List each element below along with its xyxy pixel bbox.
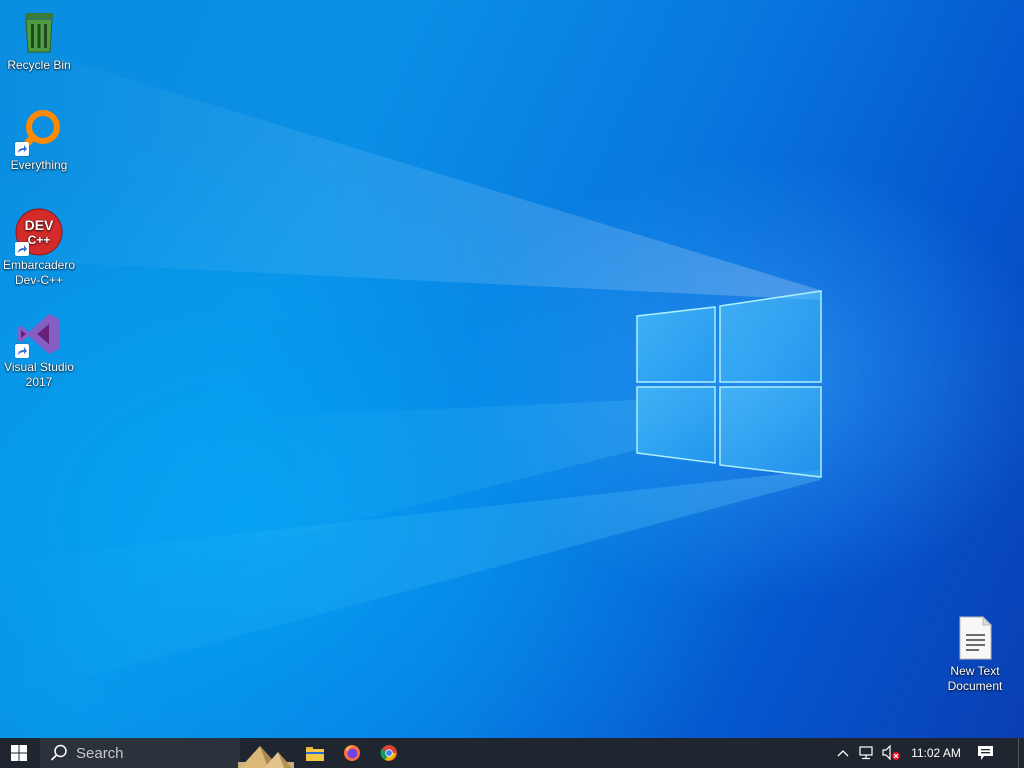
desktop-icon-label: Recycle Bin — [7, 58, 71, 72]
recycle-bin-icon — [15, 8, 63, 56]
desktop-icon-label: Everything — [10, 158, 68, 172]
start-button[interactable] — [0, 738, 38, 768]
file-explorer-icon — [306, 747, 324, 761]
show-hidden-icons-button[interactable] — [834, 738, 852, 768]
taskbar: Search 11:02 AM — [0, 738, 1024, 768]
shortcut-arrow-icon — [15, 344, 29, 358]
dev-cpp-icon: DEV C++ — [15, 208, 63, 256]
shortcut-arrow-icon — [15, 242, 29, 256]
clock-button[interactable]: 11:02 AM — [906, 738, 966, 768]
text-document-icon — [951, 614, 999, 662]
notification-icon — [977, 746, 993, 760]
show-desktop-button[interactable] — [1018, 738, 1024, 768]
desktop-icon-label-line1: Embarcadero — [2, 258, 76, 272]
chevron-up-icon — [837, 750, 849, 757]
desktop-icon-label-line2: 2017 — [25, 375, 53, 389]
taskbar-chrome[interactable] — [374, 738, 404, 768]
desktop-icon-new-text-document[interactable]: New Text Document — [937, 614, 1013, 694]
wallpaper-light-beams — [0, 40, 820, 700]
network-wired-icon — [859, 746, 873, 760]
volume-button[interactable] — [880, 738, 904, 768]
shortcut-arrow-icon — [15, 142, 29, 156]
wallpaper-windows-logo — [636, 290, 822, 478]
search-icon — [50, 744, 67, 761]
network-status-button[interactable] — [856, 738, 878, 768]
desktop-icon-everything[interactable]: Everything — [1, 108, 77, 173]
windows-logo-icon — [11, 745, 27, 761]
taskbar-search-box[interactable]: Search — [40, 738, 240, 768]
firefox-icon — [344, 745, 360, 761]
action-center-button[interactable] — [970, 738, 1000, 768]
desktop-icon-label-line1: Visual Studio — [4, 360, 74, 374]
desktop-icon-dev-cpp[interactable]: DEV C++ Embarcadero Dev-C++ — [1, 208, 77, 288]
desktop-icon-recycle-bin[interactable]: Recycle Bin — [1, 8, 77, 73]
desktop-icon-label-line1: New Text — [950, 664, 1000, 678]
clock-time: 11:02 AM — [911, 746, 961, 760]
svg-text:DEV: DEV — [25, 217, 54, 233]
everything-search-icon — [15, 108, 63, 156]
chrome-icon — [380, 745, 397, 761]
desktop-icon-label-line2: Document — [947, 679, 1003, 693]
pyramids-illustration-icon — [238, 746, 294, 768]
taskbar-firefox[interactable] — [337, 738, 367, 768]
search-highlight-image[interactable] — [238, 738, 294, 768]
search-placeholder: Search — [76, 744, 124, 762]
visual-studio-icon — [15, 310, 63, 358]
desktop-icon-label-line2: Dev-C++ — [14, 273, 64, 287]
desktop-icon-visual-studio[interactable]: Visual Studio 2017 — [1, 310, 77, 390]
desktop: Recycle Bin Everything DEV C++ Embarcade… — [0, 0, 1024, 738]
svg-text:C++: C++ — [28, 233, 51, 247]
volume-muted-icon — [882, 745, 900, 761]
taskbar-file-explorer[interactable] — [300, 738, 330, 768]
